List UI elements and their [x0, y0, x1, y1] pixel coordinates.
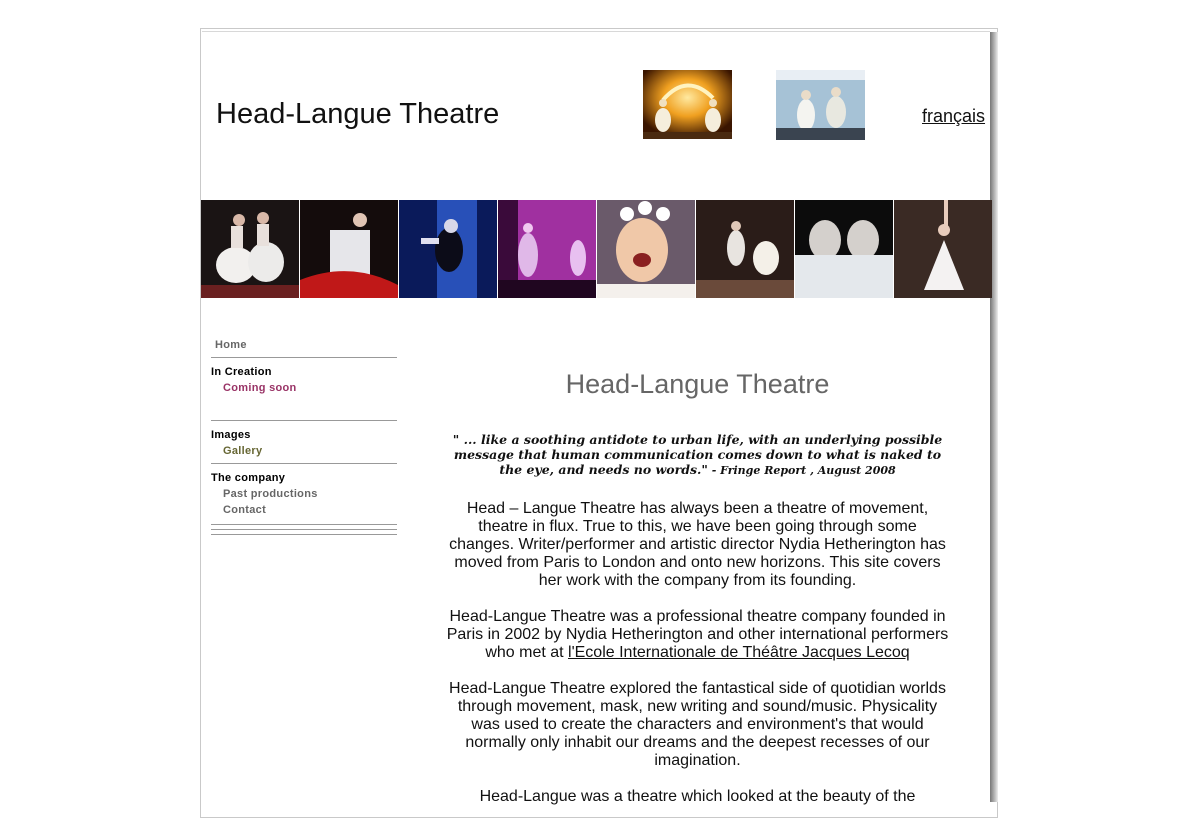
frame-top-rule — [202, 31, 990, 32]
banner-photo-5 — [597, 200, 695, 298]
nav-section-images: Images — [211, 429, 251, 441]
language-link-french[interactable]: français — [922, 106, 985, 127]
nav-contact-link[interactable]: Contact — [211, 502, 397, 524]
nav-divider — [211, 524, 397, 525]
nav-divider — [211, 396, 397, 421]
nav-home-link[interactable]: Home — [211, 338, 397, 358]
paragraph: Head-Langue Theatre was a professional t… — [444, 608, 951, 662]
banner-photo-3 — [399, 200, 497, 298]
paragraph: Head – Langue Theatre has always been a … — [449, 500, 946, 589]
banner-photo-2 — [300, 200, 398, 298]
page-heading: Head-Langue Theatre — [565, 369, 830, 399]
nav-gallery-link[interactable]: Gallery — [211, 443, 397, 463]
banner-photo-1 — [201, 200, 299, 298]
intro-text: Head – Langue Theatre has always been a … — [444, 500, 951, 824]
photo-banner — [201, 200, 992, 298]
header-photo-fire-dancers[interactable] — [643, 70, 732, 139]
nav-divider — [211, 529, 397, 530]
banner-photo-4 — [498, 200, 596, 298]
paragraph: Head-Langue was a theatre which looked a… — [479, 788, 916, 805]
press-quote: " ... like a soothing antidote to urban … — [444, 432, 951, 478]
banner-photo-7 — [795, 200, 893, 298]
site-title: Head-Langue Theatre — [216, 98, 500, 130]
banner-photo-6 — [696, 200, 794, 298]
banner-photo-8 — [894, 200, 992, 298]
nav-section-in-creation: In Creation — [211, 366, 272, 378]
frame-shadow — [990, 32, 998, 802]
nav-past-productions-link[interactable]: Past productions — [211, 486, 397, 502]
nav-section-the-company: The company — [211, 472, 286, 484]
sidebar-nav: Home In Creation Coming soon Images Gall… — [211, 338, 397, 535]
paragraph: Head-Langue Theatre explored the fantast… — [449, 680, 946, 769]
lecoq-school-link[interactable]: l'Ecole Internationale de Théâtre Jacque… — [568, 644, 910, 661]
nav-coming-soon-link[interactable]: Coming soon — [211, 380, 397, 396]
header-photo-stage-duo[interactable] — [776, 70, 865, 140]
nav-divider — [211, 534, 397, 535]
quote-source: - Fringe Report , August 2008 — [707, 464, 896, 477]
